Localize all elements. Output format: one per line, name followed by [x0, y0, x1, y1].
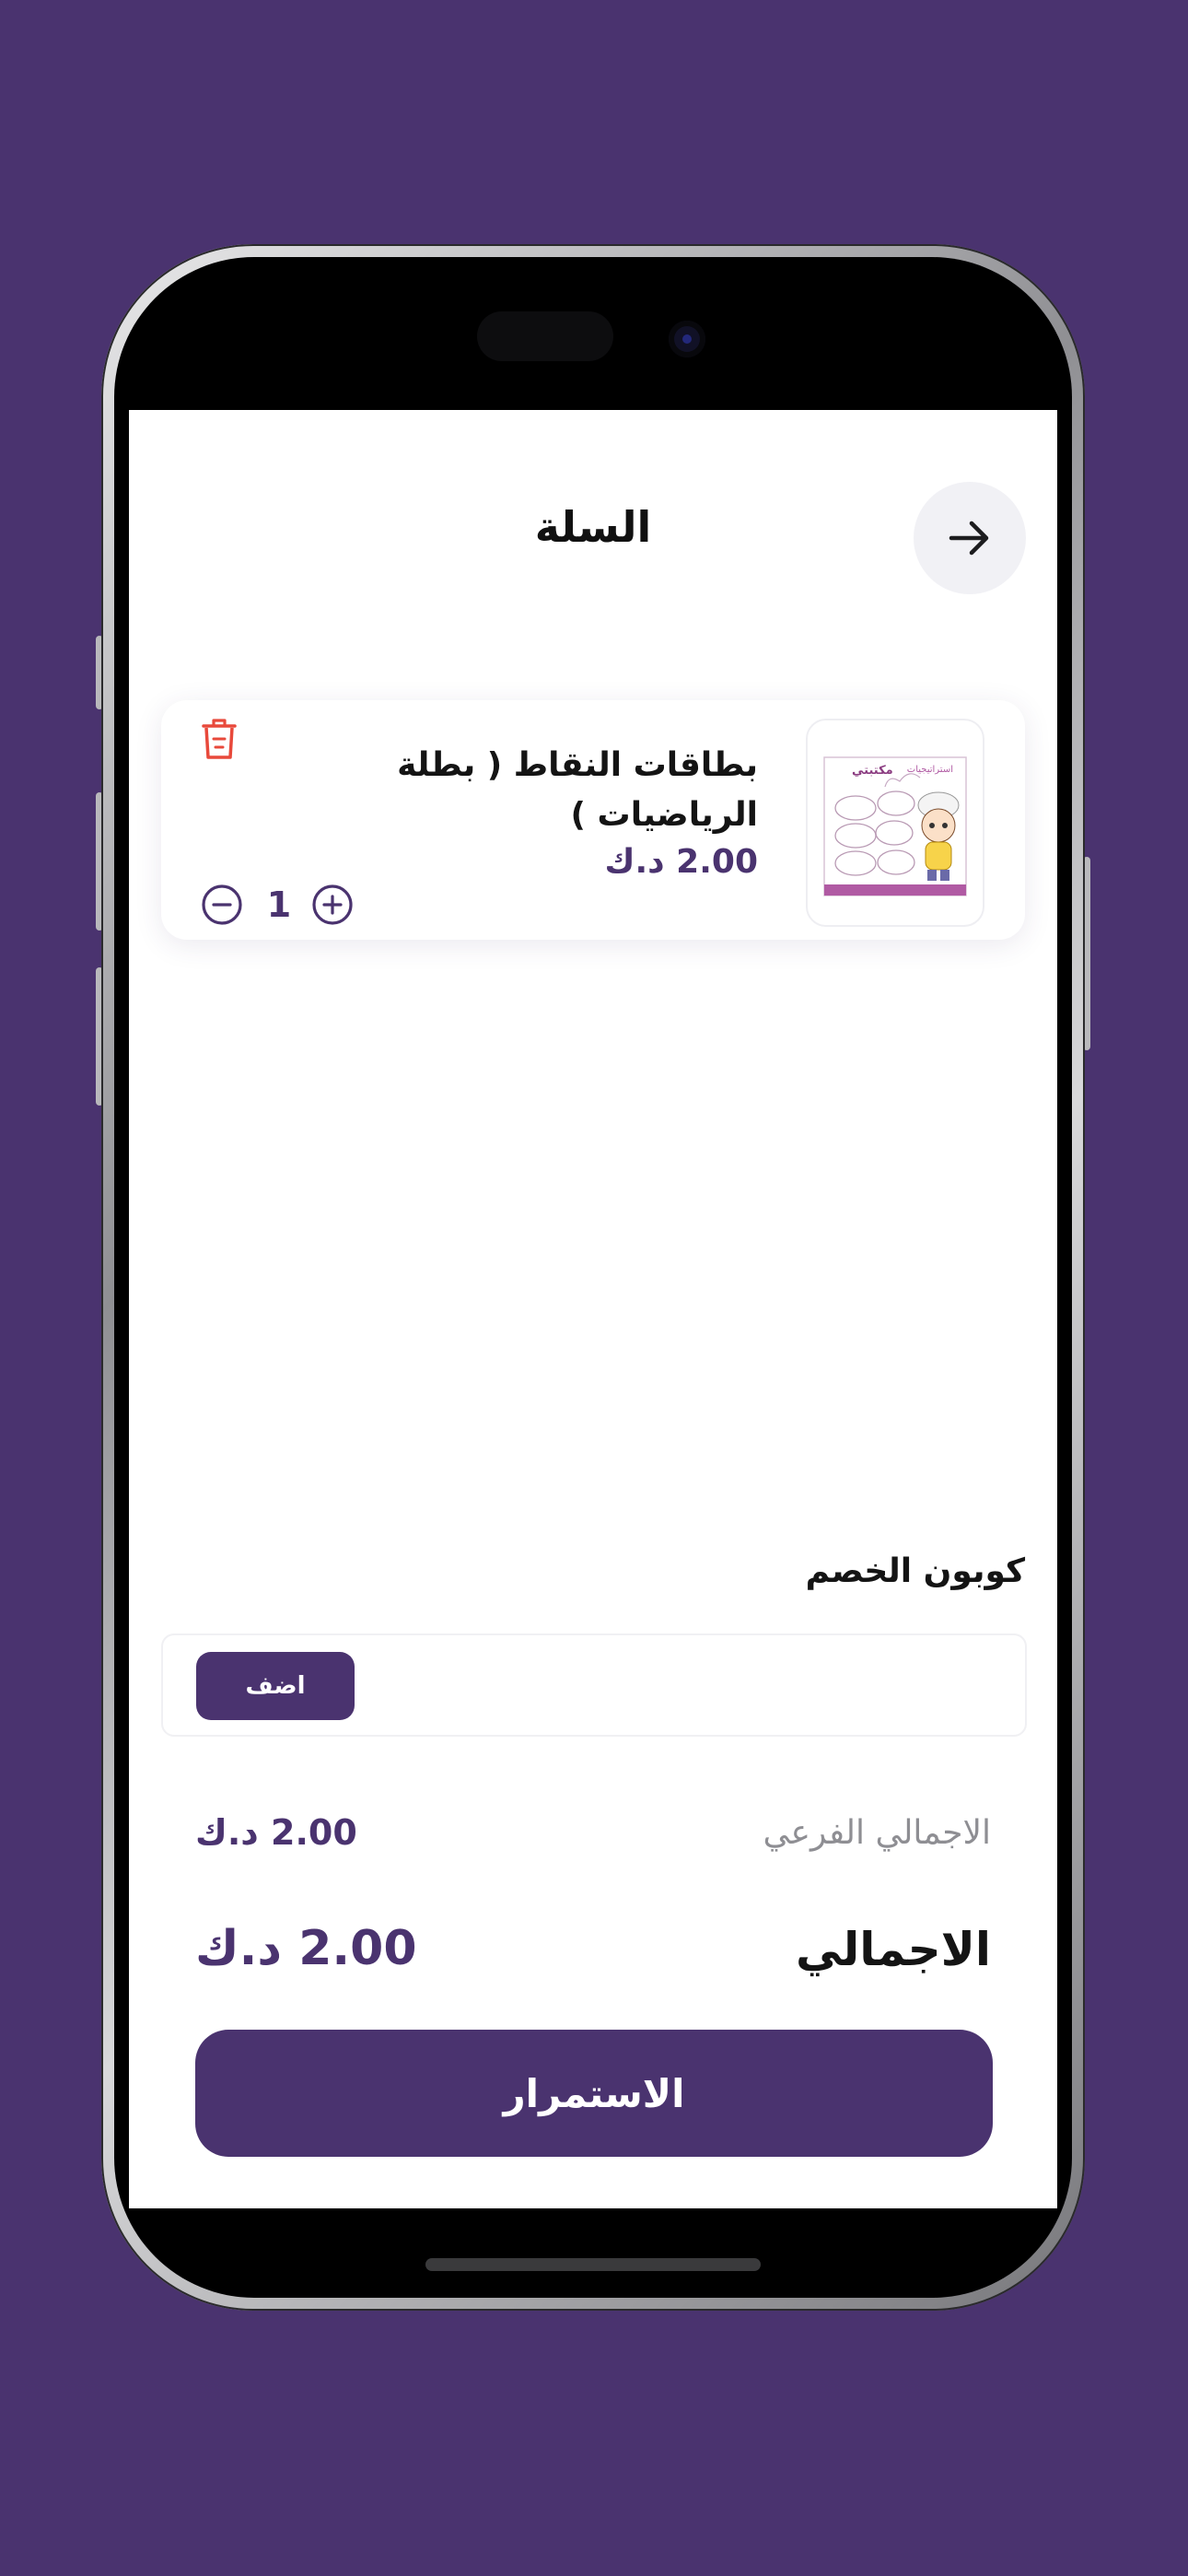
quantity-value: 1 — [266, 884, 292, 925]
total-value: 2.00 د.ك — [195, 1921, 417, 1976]
coupon-input[interactable] — [366, 1654, 1005, 1720]
apply-coupon-button[interactable]: اضف — [196, 1652, 355, 1720]
delete-item-button[interactable] — [198, 715, 240, 763]
arrow-right-icon — [949, 521, 989, 556]
product-image: مكتبتي استراتيجيات — [823, 756, 967, 896]
continue-button[interactable]: الاستمرار — [195, 2030, 993, 2157]
product-price: 2.00 د.ك — [604, 843, 758, 881]
thumb-caption: استراتيجيات — [907, 765, 953, 775]
plus-circle-icon — [312, 884, 353, 925]
total-label: الاجمالي — [795, 1923, 991, 1976]
home-indicator[interactable] — [425, 2258, 761, 2271]
decrease-quantity-button[interactable] — [200, 883, 244, 927]
increase-quantity-button[interactable] — [310, 883, 355, 927]
app-screen: السلة مكتبتي استراتيجيات بطاقات النقاط (… — [129, 410, 1057, 2208]
back-button[interactable] — [914, 482, 1026, 594]
product-name[interactable]: بطاقات النقاط ( بطلة الرياضيات ) — [371, 741, 758, 840]
subtotal-value: 2.00 د.ك — [195, 1812, 357, 1853]
front-camera — [669, 321, 705, 357]
cart-item-card: مكتبتي استراتيجيات بطاقات النقاط (بطلة … — [161, 700, 1025, 940]
coupon-label: كوبون الخصم — [805, 1552, 1025, 1590]
thumb-brand: مكتبتي — [852, 764, 893, 778]
minus-circle-icon — [202, 884, 242, 925]
subtotal-label: الاجمالي الفرعي — [763, 1814, 991, 1852]
product-thumbnail[interactable]: مكتبتي استراتيجيات — [806, 719, 984, 927]
trash-icon — [202, 719, 237, 759]
coupon-field: اضف — [161, 1633, 1027, 1737]
dynamic-island — [477, 311, 613, 361]
